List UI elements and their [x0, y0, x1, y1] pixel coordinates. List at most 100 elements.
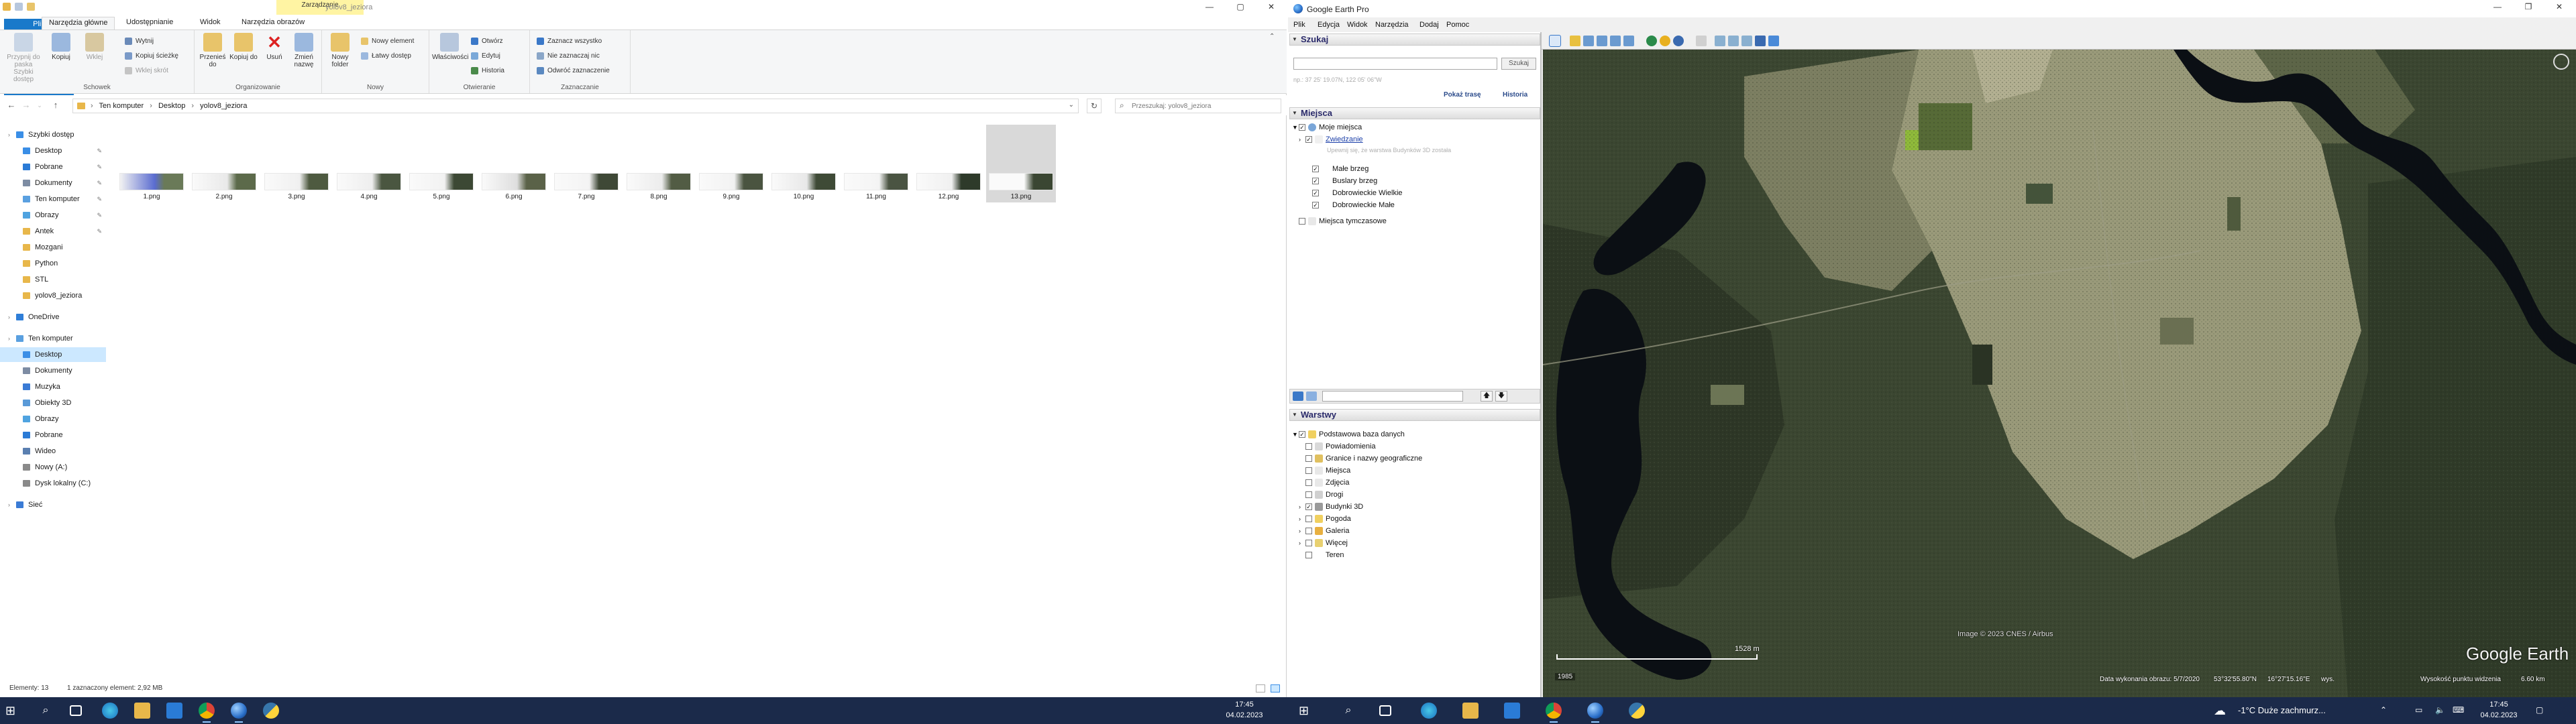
search-box[interactable]: ⌕ Przeszukaj: yolov8_jeziora	[1115, 99, 1281, 113]
nav-item[interactable]: Nowy (A:)	[0, 460, 106, 475]
file-item[interactable]: 6.png	[479, 125, 549, 202]
tab-home[interactable]: Narzędzia główne	[42, 17, 115, 29]
checkbox[interactable]: ✓	[1312, 190, 1319, 196]
checkbox[interactable]	[1305, 552, 1312, 558]
checkbox[interactable]: ✓	[1312, 178, 1319, 184]
checkbox[interactable]: ✓	[1305, 503, 1312, 510]
address-bar[interactable]: › Ten komputer › Desktop › yolov8_jezior…	[72, 99, 1079, 113]
forward-button[interactable]: →	[20, 99, 32, 111]
polygon-icon[interactable]	[1583, 36, 1594, 46]
file-item[interactable]: 5.png	[407, 125, 476, 202]
record-tour-icon[interactable]	[1623, 36, 1634, 46]
nav-item[interactable]: Ten komputer ✎	[0, 192, 106, 206]
chrome-icon[interactable]	[199, 703, 215, 723]
new-folder-icon[interactable]	[27, 3, 35, 11]
nav-item[interactable]: Dokumenty ✎	[0, 176, 106, 190]
maximize-button[interactable]: ▢	[1225, 0, 1256, 15]
places-panel-header[interactable]: Miejsca	[1289, 107, 1540, 119]
close-button[interactable]: ✕	[1256, 0, 1287, 15]
email-icon[interactable]	[1715, 36, 1725, 46]
file-item[interactable]: 12.png	[914, 125, 983, 202]
sun-icon[interactable]	[1660, 36, 1670, 46]
chevron-right-icon[interactable]: ›	[8, 127, 10, 142]
earth-icon[interactable]	[1768, 36, 1779, 46]
checkbox[interactable]: ✓	[1299, 124, 1305, 131]
mail-icon[interactable]	[1504, 703, 1520, 719]
nav-item[interactable]: STL	[0, 272, 106, 287]
weather-text[interactable]: -1°C Duże zachmurz...	[2238, 705, 2326, 715]
weather-icon[interactable]: ☁	[2214, 703, 2230, 719]
move-up-button[interactable]: 🡅	[1481, 391, 1493, 402]
edit-button[interactable]: Edytuj	[470, 50, 500, 62]
planets-icon[interactable]	[1673, 36, 1684, 46]
edge-icon[interactable]	[102, 703, 118, 719]
properties-button[interactable]: Właściwości	[432, 33, 468, 61]
google-earth-icon[interactable]	[231, 703, 247, 723]
volume-icon[interactable]: 🔈	[2435, 705, 2445, 715]
checkbox[interactable]	[1305, 443, 1312, 450]
map-view[interactable]: Image © 2023 CNES / Airbus 1528 m 1985 D…	[1543, 50, 2576, 697]
print-icon[interactable]	[1728, 36, 1739, 46]
nav-item[interactable]: Python	[0, 256, 106, 271]
file-item[interactable]: 11.png	[841, 125, 911, 202]
copy-path-button[interactable]: Kopiuj ścieżkę	[123, 50, 178, 62]
nav-item[interactable]: Desktop ✎	[0, 143, 106, 158]
compass-icon[interactable]	[2553, 54, 2569, 70]
menu-tools[interactable]: Narzędzia	[1375, 21, 1409, 29]
tab-share[interactable]: Udostępnianie	[119, 17, 180, 29]
new-item-button[interactable]: Nowy element	[360, 36, 414, 47]
network-icon[interactable]: ▭	[2415, 705, 2422, 715]
menu-add[interactable]: Dodaj	[1419, 21, 1439, 29]
chevron-down-icon[interactable]: ⌄	[1069, 101, 1074, 109]
ge-maximize-button[interactable]: ❐	[2513, 0, 2544, 15]
file-item[interactable]: 10.png	[769, 125, 839, 202]
file-item[interactable]: 3.png	[262, 125, 331, 202]
copy-button[interactable]: Kopiuj	[46, 33, 76, 61]
language-icon[interactable]: ⌨	[2453, 705, 2464, 715]
sidebar-toggle-icon[interactable]	[1306, 391, 1317, 401]
tab-view[interactable]: Widok	[193, 17, 227, 29]
start-icon[interactable]: ⊞	[1299, 703, 1315, 719]
collapse-ribbon-icon[interactable]: ⌃	[1269, 33, 1275, 40]
select-all-button[interactable]: Zaznacz wszystko	[535, 36, 602, 47]
historical-imagery-year[interactable]: 1985	[1555, 673, 1576, 680]
ge-search-button[interactable]: Szukaj	[1501, 58, 1536, 70]
nav-item[interactable]: › Sieć	[0, 497, 106, 512]
checkbox[interactable]: ✓	[1312, 202, 1319, 208]
menu-help[interactable]: Pomoc	[1446, 21, 1469, 29]
paste-button[interactable]: Wklej	[79, 33, 110, 61]
task-view-icon[interactable]	[70, 705, 82, 716]
refresh-button[interactable]: ↻	[1087, 99, 1102, 113]
nav-item[interactable]: Antek ✎	[0, 224, 106, 239]
checkbox[interactable]: ✓	[1299, 431, 1305, 438]
google-earth-icon[interactable]	[1587, 703, 1603, 723]
nav-item[interactable]: › OneDrive	[0, 310, 106, 324]
checkbox[interactable]	[1305, 516, 1312, 522]
details-view-icon[interactable]	[1256, 684, 1265, 692]
checkbox[interactable]: ✓	[1305, 136, 1312, 143]
start-icon[interactable]: ⊞	[5, 703, 21, 719]
maps-icon[interactable]	[1755, 36, 1766, 46]
file-item[interactable]: 1.png	[117, 125, 186, 202]
move-to-button[interactable]: Przenieś do	[197, 33, 228, 68]
chevron-right-icon[interactable]: ›	[8, 331, 10, 346]
menu-view[interactable]: Widok	[1347, 21, 1368, 29]
easy-access-button[interactable]: Łatwy dostęp	[360, 50, 411, 62]
python-icon[interactable]	[1629, 703, 1645, 719]
show-hidden-icons[interactable]: ⌃	[2380, 705, 2387, 715]
checkbox[interactable]	[1305, 455, 1312, 462]
path-icon[interactable]	[1597, 36, 1607, 46]
checkbox[interactable]	[1305, 528, 1312, 534]
search-icon[interactable]: ⌕	[1340, 703, 1356, 719]
chevron-right-icon[interactable]: ›	[1299, 526, 1301, 536]
nav-item[interactable]: Mozgani	[0, 240, 106, 255]
overlay-icon[interactable]	[1610, 36, 1621, 46]
checkbox[interactable]	[1305, 491, 1312, 498]
nav-item[interactable]: Obiekty 3D	[0, 396, 106, 410]
layers-panel-header[interactable]: Warstwy	[1289, 409, 1540, 421]
file-item[interactable]: 2.png	[189, 125, 259, 202]
nav-item[interactable]: Dokumenty	[0, 363, 106, 378]
checkbox[interactable]: ✓	[1312, 166, 1319, 172]
nav-item[interactable]: Obrazy	[0, 412, 106, 426]
chevron-down-icon[interactable]: ▼	[1292, 122, 1298, 133]
